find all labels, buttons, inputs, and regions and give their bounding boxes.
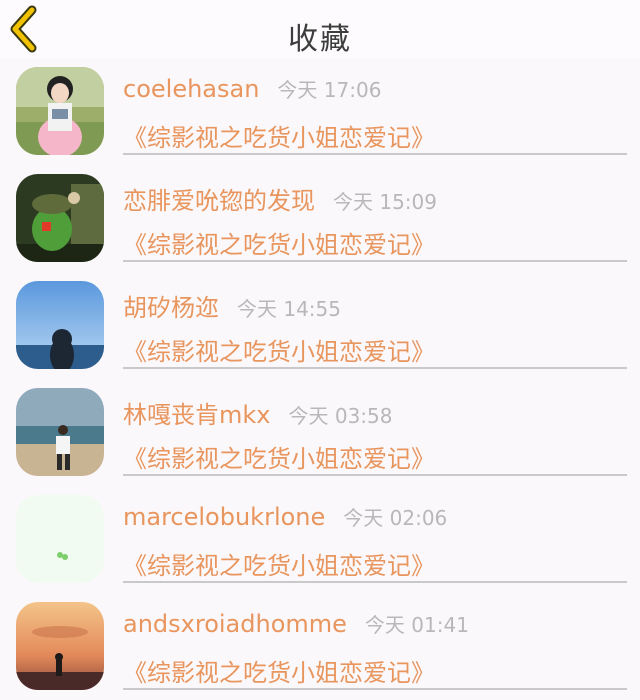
username: 胡矽杨迩 xyxy=(123,294,219,322)
book-title[interactable]: 《综影视之吃货小姐恋爱记》 xyxy=(123,332,435,367)
book-title[interactable]: 《综影视之吃货小姐恋爱记》 xyxy=(123,653,435,688)
timestamp: 今天 01:41 xyxy=(364,613,469,637)
divider xyxy=(123,688,627,690)
book-title[interactable]: 《综影视之吃货小姐恋爱记》 xyxy=(123,546,435,581)
username: coelehasan xyxy=(123,75,260,103)
timestamp: 今天 17:06 xyxy=(277,78,382,102)
page-title: 收藏 xyxy=(288,22,352,57)
timestamp: 今天 02:06 xyxy=(343,506,448,530)
username: marcelobukrlone xyxy=(123,503,326,531)
avatar[interactable] xyxy=(16,174,104,262)
book-title[interactable]: 《综影视之吃货小姐恋爱记》 xyxy=(123,118,435,153)
list-item[interactable]: 胡矽杨迩 今天 14:55 《综影视之吃货小姐恋爱记》 xyxy=(0,272,640,379)
avatar[interactable] xyxy=(16,495,104,583)
favorites-list: coelehasan 今天 17:06 《综影视之吃货小姐恋爱记》 恋腓爱吮锪的… xyxy=(0,58,640,700)
divider xyxy=(123,474,627,476)
avatar[interactable] xyxy=(16,602,104,690)
list-item[interactable]: coelehasan 今天 17:06 《综影视之吃货小姐恋爱记》 xyxy=(0,58,640,165)
divider xyxy=(123,581,627,583)
username: 林嘎丧肯mkx xyxy=(123,401,271,429)
list-item[interactable]: 林嘎丧肯mkx 今天 03:58 《综影视之吃货小姐恋爱记》 xyxy=(0,379,640,486)
username: andsxroiadhomme xyxy=(123,610,347,638)
book-title[interactable]: 《综影视之吃货小姐恋爱记》 xyxy=(123,225,435,260)
divider xyxy=(123,367,627,369)
avatar[interactable] xyxy=(16,388,104,476)
username: 恋腓爱吮锪的发现 xyxy=(123,187,315,215)
divider xyxy=(123,260,627,262)
book-title[interactable]: 《综影视之吃货小姐恋爱记》 xyxy=(123,439,435,474)
avatar[interactable] xyxy=(16,281,104,369)
divider xyxy=(123,153,627,155)
timestamp: 今天 03:58 xyxy=(288,404,393,428)
timestamp: 今天 15:09 xyxy=(333,190,437,214)
avatar[interactable] xyxy=(16,67,104,155)
list-item[interactable]: 恋腓爱吮锪的发现 今天 15:09 《综影视之吃货小姐恋爱记》 xyxy=(0,165,640,272)
list-item[interactable]: andsxroiadhomme 今天 01:41 《综影视之吃货小姐恋爱记》 xyxy=(0,593,640,700)
list-item[interactable]: marcelobukrlone 今天 02:06 《综影视之吃货小姐恋爱记》 xyxy=(0,486,640,593)
timestamp: 今天 14:55 xyxy=(237,297,341,321)
nav-bar: 收藏 xyxy=(0,0,640,58)
